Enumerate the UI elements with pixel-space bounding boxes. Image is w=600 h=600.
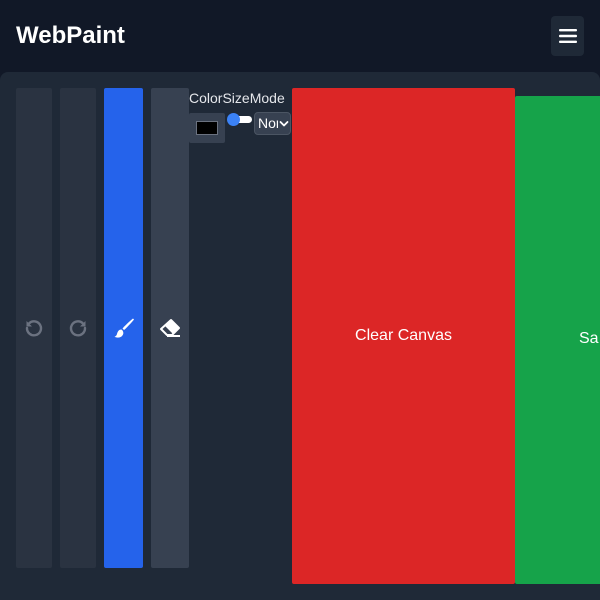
clear-canvas-button[interactable]: Clear Canvas <box>292 88 515 584</box>
top-bar: WebPaint <box>0 0 600 72</box>
color-label: Color <box>189 90 223 106</box>
control-labels: Color Size Mode <box>189 89 285 107</box>
save-button[interactable]: Sa <box>515 96 600 584</box>
save-label: Sa <box>579 330 599 347</box>
undo-button[interactable] <box>16 88 52 568</box>
size-slider[interactable] <box>226 112 254 128</box>
undo-icon <box>25 320 43 337</box>
mode-select[interactable]: Normal <box>254 112 291 135</box>
size-label: Size <box>222 90 250 106</box>
eraser-icon <box>160 319 180 337</box>
mode-value: Normal <box>258 115 278 131</box>
menu-button[interactable] <box>551 16 584 56</box>
app-title: WebPaint <box>16 22 125 49</box>
color-swatch <box>196 121 218 135</box>
chevron-down-icon <box>279 121 289 127</box>
toolbar: Color Size Mode Normal Clear Canvas Sa <box>0 72 600 600</box>
eraser-button[interactable] <box>151 88 189 568</box>
hamburger-menu-icon <box>558 29 577 43</box>
webpaint-app: WebPaint Color Size Mode No Clear Canvas… <box>0 0 600 600</box>
slider-thumb[interactable] <box>227 113 240 126</box>
paintbrush-icon <box>114 318 134 338</box>
color-picker[interactable] <box>189 113 225 143</box>
brush-button[interactable] <box>104 88 143 568</box>
mode-label: Mode <box>249 90 285 106</box>
redo-icon <box>69 320 87 337</box>
redo-button[interactable] <box>60 88 96 568</box>
